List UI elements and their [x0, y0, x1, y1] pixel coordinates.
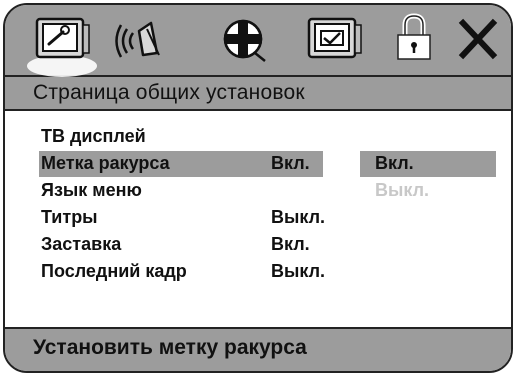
general-setup-tv-wrench-icon — [35, 17, 90, 59]
tab-video-setup[interactable] — [215, 11, 275, 71]
menu-item-label: Заставка — [41, 234, 122, 254]
audio-speaker-icon — [115, 21, 160, 58]
menu-item-label: Метка ракурса — [41, 153, 170, 173]
page-title-bar: Страница общих установок — [5, 77, 511, 111]
password-lock-icon — [397, 13, 431, 60]
menu-item-screensaver[interactable]: Заставка Вкл. — [39, 232, 339, 258]
menu-item-tv-display[interactable]: ТВ дисплей — [39, 124, 339, 150]
preferences-checkbox-icon — [307, 17, 362, 59]
page-title: Страница общих установок — [33, 81, 305, 104]
setup-menu-screen: Страница общих установок ТВ дисплей Метк… — [3, 3, 513, 373]
tab-preferences[interactable] — [301, 11, 365, 71]
menu-item-value: Вкл. — [271, 153, 310, 173]
menu-item-label: Язык меню — [41, 180, 142, 200]
menu-item-value: Выкл. — [271, 207, 326, 227]
menu-item-menu-language[interactable]: Язык меню — [39, 178, 339, 204]
menu-item-subtitles[interactable]: Титры Выкл. — [39, 205, 339, 231]
status-bar: Установить метку ракурса — [5, 327, 511, 371]
menu-item-angle-mark[interactable]: Метка ракурса Вкл. — [39, 151, 339, 177]
option-off[interactable]: Выкл. — [375, 180, 429, 201]
tab-exit[interactable] — [457, 11, 501, 71]
exit-close-icon — [458, 18, 498, 60]
video-film-reel-icon — [223, 19, 266, 62]
menu-item-label: Титры — [41, 207, 98, 227]
menu-item-value: Выкл. — [271, 261, 326, 281]
status-text: Установить метку ракурса — [33, 336, 307, 359]
option-on[interactable]: Вкл. — [375, 153, 414, 174]
menu-item-last-frame[interactable]: Последний кадр Выкл. — [39, 259, 339, 285]
menu-item-value: Вкл. — [271, 234, 310, 254]
tab-password[interactable] — [390, 11, 440, 71]
menu-item-label: ТВ дисплей — [41, 126, 146, 146]
tab-audio-setup[interactable] — [113, 11, 173, 71]
tab-general-setup[interactable] — [27, 11, 97, 77]
settings-menu: ТВ дисплей Метка ракурса Вкл. Язык меню … — [5, 111, 511, 329]
menu-item-label: Последний кадр — [41, 261, 187, 281]
setup-tab-bar — [5, 5, 511, 77]
